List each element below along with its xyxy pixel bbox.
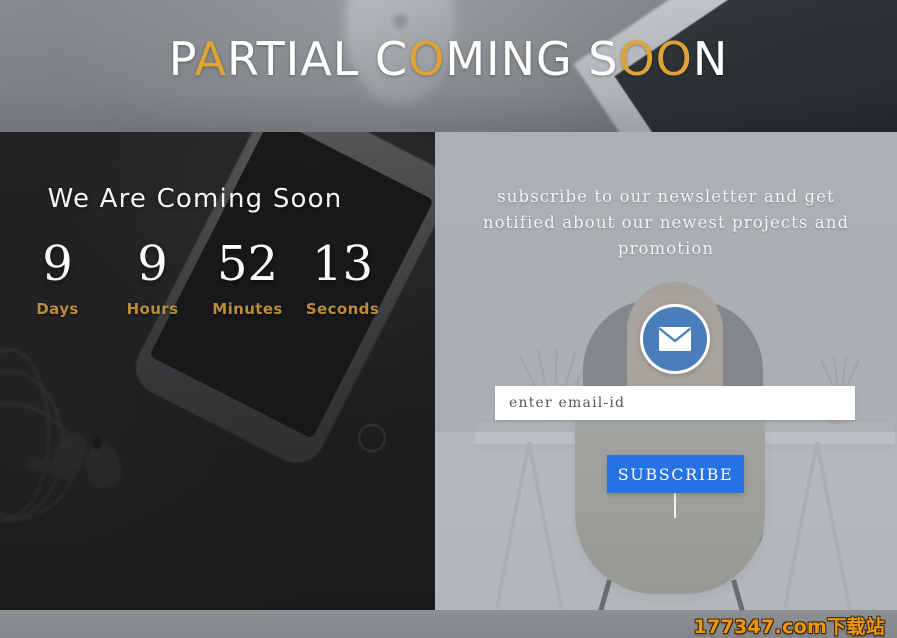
page-title-segment-5: OO	[618, 32, 693, 86]
page-title-segment-4: MING S	[445, 32, 619, 86]
countdown-unit-minutes: 52 Minutes	[200, 238, 295, 318]
countdown-label-seconds: Seconds	[305, 300, 380, 318]
countdown-label-minutes: Minutes	[212, 300, 283, 318]
subscribe-button[interactable]: SUBSCRIBE	[607, 455, 744, 493]
mail-badge-stem	[674, 490, 676, 518]
countdown-value-minutes: 52	[216, 236, 279, 292]
coming-soon-heading: We Are Coming Soon	[47, 184, 343, 214]
countdown-timer: 9 Days 9 Hours 52 Minutes 13 Seconds	[10, 238, 390, 318]
countdown-value-hours: 9	[137, 236, 168, 292]
countdown-label-days: Days	[36, 300, 79, 318]
countdown-value-seconds: 13	[311, 236, 374, 292]
countdown-unit-seconds: 13 Seconds	[295, 238, 390, 318]
newsletter-description: subscribe to our newsletter and get noti…	[482, 187, 850, 258]
envelope-icon	[640, 304, 710, 374]
countdown-label-hours: Hours	[126, 300, 179, 318]
countdown-value-days: 9	[42, 236, 73, 292]
countdown-unit-hours: 9 Hours	[105, 238, 200, 318]
coming-soon-page: PARTIAL COMING SOON We Are Coming Soon 9…	[0, 0, 897, 638]
email-input[interactable]	[495, 386, 855, 420]
countdown-content: We Are Coming Soon 9 Days 9 Hours 52 Minutes 1…	[0, 0, 435, 481]
countdown-unit-days: 9 Days	[10, 238, 105, 318]
subscribe-content: subscribe to our newsletter and get noti…	[435, 132, 897, 610]
site-watermark: 177347.com下载站	[693, 616, 885, 638]
page-title-segment-6: N	[692, 32, 729, 86]
